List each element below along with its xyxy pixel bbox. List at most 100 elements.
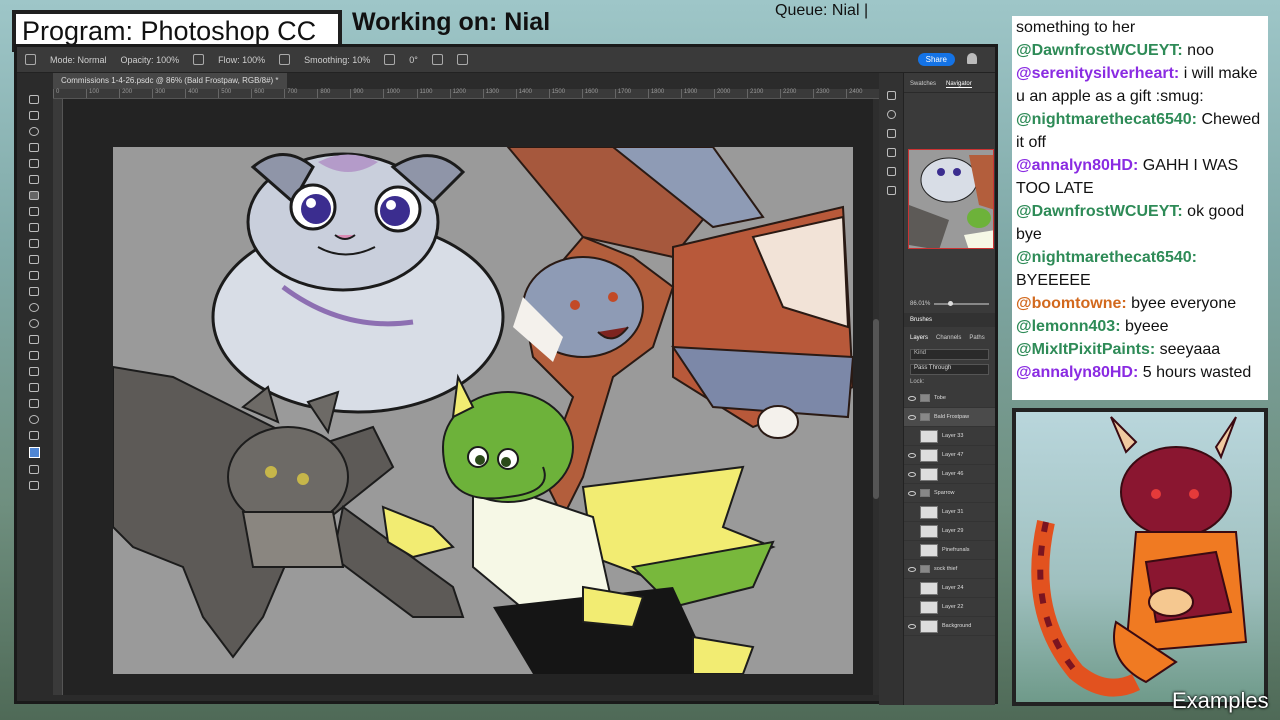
- navigator-preview[interactable]: [908, 149, 994, 249]
- blur-tool-icon[interactable]: [29, 303, 39, 312]
- canvas-area[interactable]: [63, 99, 879, 695]
- flow-option[interactable]: Flow: 100%: [218, 55, 265, 65]
- layer-row[interactable]: sock thief: [904, 560, 995, 579]
- marquee-tool-icon[interactable]: [29, 111, 39, 120]
- eye-icon[interactable]: [908, 566, 916, 572]
- eye-icon[interactable]: [908, 623, 916, 629]
- chat-text: byeee: [1124, 318, 1169, 335]
- bell-icon[interactable]: [967, 53, 977, 64]
- eye-icon[interactable]: [908, 471, 916, 477]
- layer-row[interactable]: Layer 33: [904, 427, 995, 446]
- layer-row[interactable]: Bald Frostpaw: [904, 408, 995, 427]
- ruler-tick: 700: [284, 89, 317, 98]
- ruler-tick: 0: [53, 89, 86, 98]
- screen-mode-icon[interactable]: [29, 481, 39, 490]
- tab-brushes[interactable]: Brushes: [904, 313, 995, 327]
- type-tool-icon[interactable]: [29, 351, 39, 360]
- brush-tool-icon[interactable]: [29, 191, 39, 200]
- layer-row[interactable]: Layer 47: [904, 446, 995, 465]
- symmetry-icon[interactable]: [456, 54, 468, 65]
- crop-tool-icon[interactable]: [29, 159, 39, 168]
- layer-name: Layer 31: [942, 509, 964, 515]
- layer-row[interactable]: Layer 46: [904, 465, 995, 484]
- eye-icon[interactable]: [908, 414, 916, 420]
- blend-mode-select[interactable]: Pass Through: [910, 364, 989, 375]
- foreground-color-swatch[interactable]: [28, 447, 40, 458]
- layer-row[interactable]: Sparrow: [904, 484, 995, 503]
- airbrush-icon[interactable]: [279, 54, 291, 65]
- pen-tool-icon[interactable]: [29, 335, 39, 344]
- layers-panel-tabs: Layers Channels Paths: [904, 327, 995, 345]
- mode-option[interactable]: Mode: Normal: [50, 55, 107, 65]
- eraser-tool-icon[interactable]: [29, 271, 39, 280]
- tab-navigator[interactable]: Navigator: [946, 81, 972, 88]
- eyedropper-tool-icon[interactable]: [29, 175, 39, 184]
- more-tools-icon[interactable]: [29, 431, 39, 440]
- brush-settings-icon[interactable]: [886, 129, 896, 138]
- layer-row[interactable]: Layer 24: [904, 579, 995, 598]
- tab-paths[interactable]: Paths: [969, 335, 984, 341]
- hand-tool-icon[interactable]: [29, 399, 39, 408]
- eye-icon[interactable]: [908, 452, 916, 458]
- pencil-tool-icon[interactable]: [29, 223, 39, 232]
- folder-icon: [920, 565, 930, 573]
- properties-panel-icon[interactable]: [886, 167, 896, 176]
- layer-row[interactable]: Tobe: [904, 389, 995, 408]
- zoom-slider[interactable]: [934, 301, 989, 306]
- panel-dock-icons: [879, 73, 903, 705]
- ruler-tick: 2400: [846, 89, 879, 98]
- layer-row[interactable]: Pinefrunals: [904, 541, 995, 560]
- chat-message: @serenitysilverheart: i will make u an a…: [1016, 62, 1264, 108]
- lasso-tool-icon[interactable]: [29, 127, 39, 136]
- smoothing-option[interactable]: Smoothing: 10%: [304, 55, 370, 65]
- dodge-tool-icon[interactable]: [29, 319, 39, 328]
- brush-preset-icon[interactable]: [25, 54, 36, 65]
- zoom-level[interactable]: 86.01%: [910, 301, 930, 307]
- layer-row[interactable]: Background: [904, 617, 995, 636]
- artwork-canvas[interactable]: [113, 147, 853, 674]
- layer-thumbnail: [920, 619, 938, 633]
- zoom-tool-icon[interactable]: [29, 415, 39, 424]
- eye-icon[interactable]: [908, 395, 916, 401]
- ruler-tick: 2300: [813, 89, 846, 98]
- path-selection-tool-icon[interactable]: [29, 367, 39, 376]
- layer-row[interactable]: Layer 22: [904, 598, 995, 617]
- ruler-tick: 200: [119, 89, 152, 98]
- quick-mask-icon[interactable]: [29, 465, 39, 474]
- share-button[interactable]: Share: [917, 53, 955, 66]
- ruler-tick: 600: [251, 89, 284, 98]
- move-tool-icon[interactable]: [29, 95, 39, 104]
- libraries-panel-icon[interactable]: [886, 186, 896, 195]
- healing-tool-icon[interactable]: [29, 207, 39, 216]
- clone-stamp-tool-icon[interactable]: [29, 239, 39, 248]
- artwork-illustration: [113, 147, 853, 674]
- tab-channels[interactable]: Channels: [936, 335, 961, 341]
- adjustments-panel-icon[interactable]: [886, 148, 896, 157]
- chat-message: @boomtowne: byee everyone: [1016, 292, 1264, 315]
- layer-row[interactable]: Layer 29: [904, 522, 995, 541]
- info-panel-icon[interactable]: [886, 110, 896, 119]
- example-character-art: [1031, 416, 1248, 697]
- chat-username: @annalyn80HD:: [1016, 364, 1139, 381]
- gear-icon[interactable]: [384, 54, 396, 65]
- pressure-opacity-icon[interactable]: [193, 54, 205, 65]
- pressure-size-icon[interactable]: [431, 54, 443, 65]
- opacity-option[interactable]: Opacity: 100%: [121, 55, 180, 65]
- tab-layers[interactable]: Layers: [910, 335, 928, 341]
- layer-row[interactable]: Layer 31: [904, 503, 995, 522]
- history-panel-icon[interactable]: [886, 91, 896, 100]
- magic-wand-tool-icon[interactable]: [29, 143, 39, 152]
- layer-filter-kind[interactable]: Kind: [910, 349, 989, 360]
- layer-thumbnail: [920, 524, 938, 538]
- chat-message: something to her: [1016, 16, 1264, 39]
- eye-icon[interactable]: [908, 490, 916, 496]
- tab-swatches[interactable]: Swatches: [910, 81, 936, 88]
- chat-text: noo: [1187, 42, 1214, 59]
- history-brush-tool-icon[interactable]: [29, 255, 39, 264]
- shape-tool-icon[interactable]: [29, 383, 39, 392]
- document-tab[interactable]: Commissions 1-4-26.psdc @ 86% (Bald Fros…: [53, 73, 287, 89]
- gradient-tool-icon[interactable]: [29, 287, 39, 296]
- angle-option[interactable]: 0°: [409, 55, 418, 65]
- chat-text: something to her: [1016, 19, 1136, 36]
- chat-message: @annalyn80HD: GAHH I WAS TOO LATE: [1016, 154, 1264, 200]
